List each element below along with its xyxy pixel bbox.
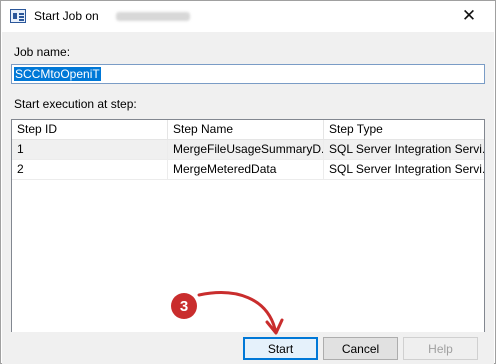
callout-arrow-icon xyxy=(197,291,284,335)
start-button[interactable]: Start xyxy=(243,337,318,360)
cancel-button[interactable]: Cancel xyxy=(323,337,398,360)
cell-step-id: 1 xyxy=(12,140,168,160)
dialog-content: Job name: SCCMtoOpeniT Start execution a… xyxy=(2,32,494,350)
cell-step-type: SQL Server Integration Servi... xyxy=(324,160,484,180)
help-button[interactable]: Help xyxy=(403,337,478,360)
header-step-name[interactable]: Step Name xyxy=(168,120,324,140)
start-job-dialog: Start Job on ✕ Job name: SCCMtoOpeniT St… xyxy=(0,0,496,364)
job-dialog-icon xyxy=(10,9,26,23)
window-title: Start Job on xyxy=(34,9,99,23)
grid-header: Step ID Step Name Step Type xyxy=(12,120,484,140)
table-row[interactable]: 2 MergeMeteredData SQL Server Integratio… xyxy=(12,160,484,180)
job-name-value: SCCMtoOpeniT xyxy=(14,67,101,81)
job-name-field[interactable]: SCCMtoOpeniT xyxy=(11,64,485,84)
table-row[interactable]: 1 MergeFileUsageSummaryD... SQL Server I… xyxy=(12,140,484,160)
cell-step-id: 2 xyxy=(12,160,168,180)
blurred-server-name xyxy=(116,12,190,21)
start-step-label: Start execution at step: xyxy=(14,97,137,111)
cell-step-name: MergeMeteredData xyxy=(168,160,324,180)
close-icon[interactable]: ✕ xyxy=(449,3,489,29)
cell-step-name: MergeFileUsageSummaryD... xyxy=(168,140,324,160)
header-step-type[interactable]: Step Type xyxy=(324,120,484,140)
header-step-id[interactable]: Step ID xyxy=(12,120,168,140)
title-bar: Start Job on ✕ xyxy=(1,1,495,32)
job-name-label: Job name: xyxy=(14,45,71,59)
step-callout-badge: 3 xyxy=(171,293,197,319)
cell-step-type: SQL Server Integration Servi... xyxy=(324,140,484,160)
